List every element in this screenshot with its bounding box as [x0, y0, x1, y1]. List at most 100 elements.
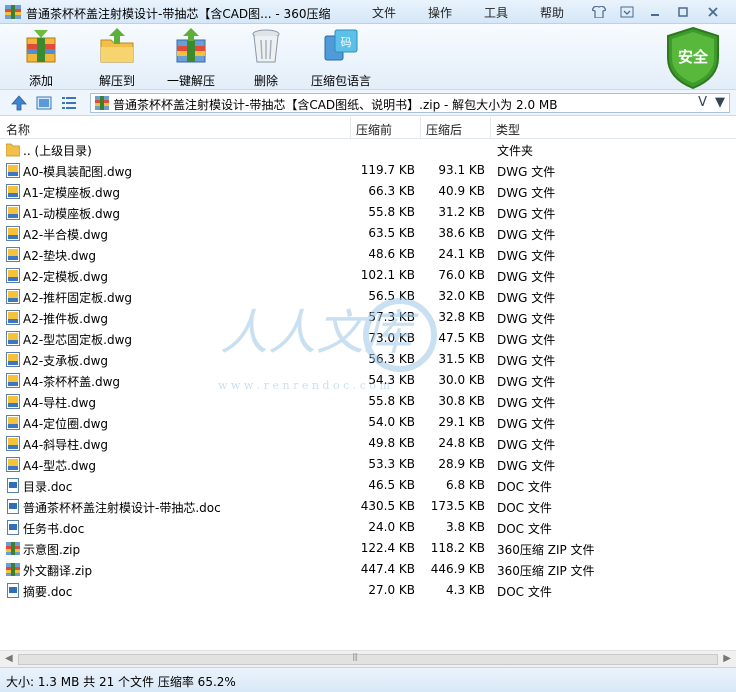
- file-row[interactable]: A4-斜导柱.dwg 49.8 KB 24.8 KB DWG 文件: [0, 433, 736, 454]
- horizontal-scrollbar[interactable]: ◀ ||| ▶: [0, 650, 736, 667]
- file-packed-size: 24.1 KB: [438, 247, 485, 261]
- file-type: DWG 文件: [497, 270, 556, 284]
- dwg-file-icon: [6, 289, 20, 304]
- up-arrow-icon[interactable]: [11, 95, 27, 111]
- menu-file[interactable]: 文件: [372, 4, 428, 21]
- file-type: DOC 文件: [497, 585, 552, 599]
- column-type[interactable]: 类型: [496, 121, 520, 138]
- window-title: 普通茶杯杯盖注射模设计-带抽芯【含CAD图... - 360压缩: [26, 7, 331, 21]
- file-name: A2-支承板.dwg: [23, 354, 109, 368]
- file-type: DWG 文件: [497, 207, 556, 221]
- file-row[interactable]: A4-茶杯杯盖.dwg 54.3 KB 30.0 KB DWG 文件: [0, 370, 736, 391]
- delete-button[interactable]: 删除: [231, 26, 301, 89]
- one-click-extract-label: 一键解压: [166, 74, 215, 88]
- file-size: 49.8 KB: [368, 436, 415, 450]
- file-row[interactable]: A2-垫块.dwg 48.6 KB 24.1 KB DWG 文件: [0, 244, 736, 265]
- column-name[interactable]: 名称: [6, 121, 30, 138]
- folder-file-icon: [5, 142, 21, 157]
- file-packed-size: 30.0 KB: [438, 373, 485, 387]
- status-text: 大小: 1.3 MB 共 21 个文件 压缩率 65.2%: [6, 675, 236, 689]
- file-row[interactable]: 示意图.zip 122.4 KB 118.2 KB 360压缩 ZIP 文件: [0, 538, 736, 559]
- add-icon: [26, 30, 56, 63]
- security-badge-label: 安全: [677, 48, 708, 66]
- file-row[interactable]: A2-型芯固定板.dwg 73.0 KB 47.5 KB DWG 文件: [0, 328, 736, 349]
- file-name: A2-定模板.dwg: [23, 270, 109, 284]
- file-row[interactable]: A4-定位圈.dwg 54.0 KB 29.1 KB DWG 文件: [0, 412, 736, 433]
- file-row[interactable]: A2-定模板.dwg 102.1 KB 76.0 KB DWG 文件: [0, 265, 736, 286]
- security-badge[interactable]: 安全: [664, 26, 722, 90]
- add-button[interactable]: 添加: [6, 26, 76, 89]
- dwg-file-icon: [6, 268, 20, 283]
- file-row[interactable]: A1-动模座板.dwg 55.8 KB 31.2 KB DWG 文件: [0, 202, 736, 223]
- file-name: A1-动模座板.dwg: [23, 207, 121, 221]
- scroll-grip-icon: |||: [352, 652, 358, 661]
- file-row[interactable]: A2-支承板.dwg 56.3 KB 31.5 KB DWG 文件: [0, 349, 736, 370]
- file-name: A1-定模座板.dwg: [23, 186, 121, 200]
- file-row[interactable]: A4-导柱.dwg 55.8 KB 30.8 KB DWG 文件: [0, 391, 736, 412]
- codepage-icon: 码: [324, 29, 358, 61]
- one-click-extract-button[interactable]: 一键解压: [156, 26, 226, 89]
- file-size: 56.5 KB: [368, 289, 415, 303]
- list-view-icon[interactable]: [61, 95, 77, 111]
- address-bar: 普通茶杯杯盖注射模设计-带抽芯【含CAD图纸、说明书】.zip - 解包大小为 …: [0, 90, 736, 116]
- file-row[interactable]: 目录.doc 46.5 KB 6.8 KB DOC 文件: [0, 475, 736, 496]
- file-packed-size: 40.9 KB: [438, 184, 485, 198]
- add-label: 添加: [28, 74, 53, 88]
- status-bar: 大小: 1.3 MB 共 21 个文件 压缩率 65.2%: [0, 667, 736, 692]
- file-name: A4-斜导柱.dwg: [23, 438, 109, 452]
- file-size: 55.8 KB: [368, 205, 415, 219]
- file-row[interactable]: 普通茶杯杯盖注射模设计-带抽芯.doc 430.5 KB 173.5 KB DOC 文…: [0, 496, 736, 517]
- column-packed[interactable]: 压缩后: [426, 121, 462, 138]
- file-packed-size: 38.6 KB: [438, 226, 485, 240]
- file-row[interactable]: A4-型芯.dwg 53.3 KB 28.9 KB DWG 文件: [0, 454, 736, 475]
- dwg-file-icon: [6, 457, 20, 472]
- file-row[interactable]: 任务书.doc 24.0 KB 3.8 KB DOC 文件: [0, 517, 736, 538]
- file-row[interactable]: A2-推件板.dwg 57.3 KB 32.8 KB DWG 文件: [0, 307, 736, 328]
- thumbnail-view-icon[interactable]: [36, 95, 52, 111]
- scroll-right-icon[interactable]: ▶: [723, 653, 731, 664]
- skin-icon[interactable]: [586, 2, 612, 22]
- file-name: A2-型芯固定板.dwg: [23, 333, 133, 347]
- doc-file-icon: [6, 520, 20, 535]
- file-name: A2-半合模.dwg: [23, 228, 109, 242]
- chevron-down-icon[interactable]: ▼: [715, 95, 725, 110]
- file-type: DWG 文件: [497, 165, 556, 179]
- comment-button[interactable]: 码 压缩包语言: [306, 26, 376, 89]
- file-type: DWG 文件: [497, 333, 556, 347]
- file-name: A4-定位圈.dwg: [23, 417, 109, 431]
- menu-list-icon[interactable]: [614, 2, 640, 22]
- file-name: 目录.doc: [23, 480, 73, 494]
- file-size: 27.0 KB: [368, 583, 415, 597]
- close-button[interactable]: [698, 2, 728, 22]
- extract-to-button[interactable]: 解压到: [82, 26, 152, 89]
- menu-tools[interactable]: 工具: [484, 4, 540, 21]
- file-row[interactable]: .. (上级目录) 文件夹: [0, 139, 736, 160]
- path-field[interactable]: 普通茶杯杯盖注射模设计-带抽芯【含CAD图纸、说明书】.zip - 解包大小为 …: [90, 93, 730, 113]
- scrollbar-thumb[interactable]: [18, 654, 718, 665]
- file-row[interactable]: A0-模具装配图.dwg 119.7 KB 93.1 KB DWG 文件: [0, 160, 736, 181]
- file-list: 名称 压缩前 压缩后 类型 .. (上级目录) 文件夹 A0-模具装配图.dwg 11…: [0, 117, 736, 650]
- dwg-file-icon: [6, 415, 20, 430]
- maximize-button[interactable]: [670, 2, 696, 22]
- file-row[interactable]: A1-定模座板.dwg 66.3 KB 40.9 KB DWG 文件: [0, 181, 736, 202]
- history-dropdown[interactable]: V: [698, 95, 707, 110]
- file-row[interactable]: 外文翻译.zip 447.4 KB 446.9 KB 360压缩 ZIP 文件: [0, 559, 736, 580]
- file-size: 48.6 KB: [368, 247, 415, 261]
- dwg-file-icon: [6, 352, 20, 367]
- minimize-button[interactable]: [642, 2, 668, 22]
- column-size[interactable]: 压缩前: [356, 121, 392, 138]
- file-packed-size: 32.0 KB: [438, 289, 485, 303]
- file-name: 摘要.doc: [23, 585, 73, 599]
- file-name: .. (上级目录): [23, 144, 92, 158]
- file-name: A0-模具装配图.dwg: [23, 165, 133, 179]
- file-row[interactable]: A2-推杆固定板.dwg 56.5 KB 32.0 KB DWG 文件: [0, 286, 736, 307]
- comment-label: 压缩包语言: [310, 74, 371, 88]
- file-row[interactable]: 摘要.doc 27.0 KB 4.3 KB DOC 文件: [0, 580, 736, 601]
- scroll-left-icon[interactable]: ◀: [5, 653, 13, 664]
- file-type: DWG 文件: [497, 438, 556, 452]
- file-row[interactable]: A2-半合模.dwg 63.5 KB 38.6 KB DWG 文件: [0, 223, 736, 244]
- file-type: DWG 文件: [497, 375, 556, 389]
- file-type: DWG 文件: [497, 459, 556, 473]
- dwg-file-icon: [6, 163, 20, 178]
- menu-operation[interactable]: 操作: [428, 4, 484, 21]
